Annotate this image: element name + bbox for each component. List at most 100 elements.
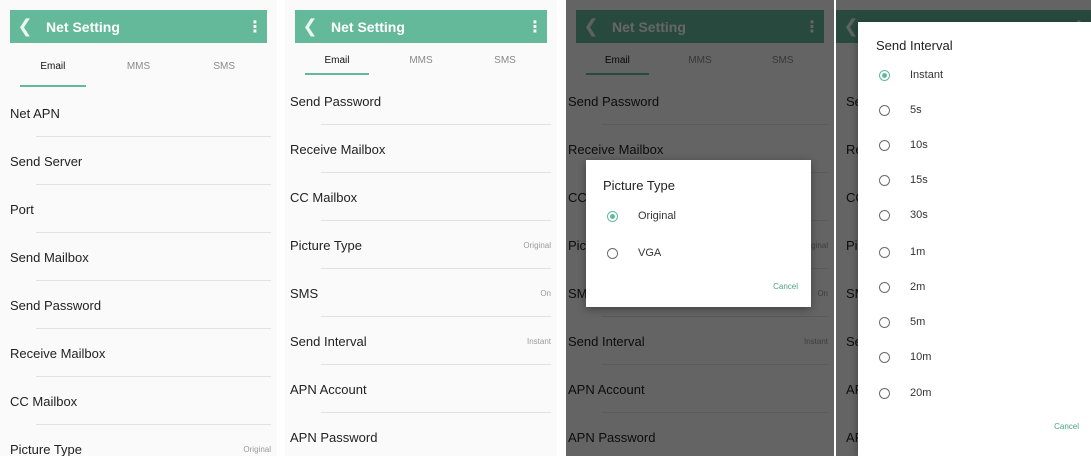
- setting-row-sms[interactable]: SMS On: [285, 269, 557, 317]
- setting-label: APN Password: [290, 429, 378, 445]
- setting-row-net-apn[interactable]: Net APN: [0, 89, 277, 137]
- setting-row-send-password[interactable]: Send Password: [566, 77, 834, 125]
- tab-mms[interactable]: MMS: [379, 43, 463, 77]
- setting-row-picture-type[interactable]: Picture Type Original: [0, 425, 277, 456]
- settings-list: Net APN Send Server Port Send Mailbox Se…: [0, 89, 277, 456]
- option-30s[interactable]: 30s: [879, 205, 928, 225]
- setting-label: Port: [10, 201, 34, 217]
- setting-label: SMS: [290, 285, 319, 301]
- cancel-button[interactable]: Cancel: [1054, 422, 1079, 431]
- back-icon[interactable]: ❮: [295, 16, 325, 37]
- settings-list: Send Password Receive Mailbox CC Mailbox…: [285, 77, 557, 456]
- option-instant[interactable]: Instant: [879, 65, 943, 85]
- setting-label: Send Server: [10, 153, 83, 169]
- setting-label: Send Interval: [290, 333, 367, 349]
- setting-row-apn-password[interactable]: APN Password: [285, 413, 557, 456]
- option-2m[interactable]: 2m: [879, 277, 925, 297]
- tab-email[interactable]: Email: [295, 43, 379, 77]
- tab-sms[interactable]: SMS: [741, 43, 824, 77]
- more-options-icon[interactable]: ⋮: [243, 17, 267, 37]
- option-20m[interactable]: 20m: [879, 383, 931, 403]
- more-options-icon[interactable]: ⋮: [800, 17, 824, 37]
- tab-sms[interactable]: SMS: [463, 43, 547, 77]
- tab-email[interactable]: Email: [576, 43, 659, 77]
- setting-row-picture-type[interactable]: Picture Type Original: [285, 221, 557, 269]
- setting-value: Instant: [803, 336, 828, 346]
- setting-row-send-interval[interactable]: Send Interval Instant: [566, 317, 834, 365]
- radio-unselected-icon[interactable]: [879, 104, 890, 116]
- cancel-button[interactable]: Cancel: [773, 282, 798, 291]
- setting-row-send-password[interactable]: Send Password: [285, 77, 557, 125]
- option-label: 10m: [910, 351, 932, 363]
- tab-mms[interactable]: MMS: [96, 43, 182, 89]
- option-15s[interactable]: 15s: [879, 170, 928, 190]
- radio-unselected-icon[interactable]: [879, 174, 890, 186]
- setting-label: Net APN: [10, 105, 60, 121]
- option-1m[interactable]: 1m: [879, 242, 925, 262]
- setting-row-apn-account[interactable]: APN Account: [566, 365, 834, 413]
- setting-label: APN Account: [290, 381, 367, 397]
- option-label: 10s: [910, 139, 928, 151]
- radio-selected-icon[interactable]: [607, 210, 618, 222]
- radio-selected-icon[interactable]: [879, 69, 890, 81]
- app-bar-title: Net Setting: [612, 18, 686, 35]
- tab-email[interactable]: Email: [10, 43, 96, 89]
- option-5m[interactable]: 5m: [879, 312, 925, 332]
- radio-unselected-icon[interactable]: [879, 139, 890, 151]
- radio-unselected-icon[interactable]: [879, 316, 890, 328]
- setting-row-send-interval[interactable]: Send Interval Instant: [285, 317, 557, 365]
- dialog-title: Picture Type: [603, 178, 676, 193]
- radio-unselected-icon[interactable]: [879, 387, 890, 399]
- app-bar-title: Net Setting: [331, 18, 405, 35]
- option-label: 2m: [910, 281, 926, 293]
- picture-type-dialog: Picture Type Original VGA Cancel: [586, 160, 811, 307]
- setting-label: Picture Type: [290, 237, 363, 253]
- option-10s[interactable]: 10s: [879, 135, 928, 155]
- setting-row-cc-mailbox[interactable]: CC Mailbox: [0, 377, 277, 425]
- setting-label: APN Account: [568, 381, 645, 397]
- screen-picture-type-dialog: ❮ Net Setting ⋮ Email MMS SMS Send Passw…: [566, 0, 834, 456]
- app-bar-title: Net Setting: [46, 18, 120, 35]
- more-options-icon[interactable]: ⋮: [523, 17, 547, 37]
- option-label: 5m: [910, 316, 926, 328]
- tab-bar: Email MMS SMS: [576, 43, 824, 77]
- setting-value: Instant: [526, 336, 551, 346]
- setting-row-port[interactable]: Port: [0, 185, 277, 233]
- option-5s[interactable]: 5s: [879, 100, 922, 120]
- tab-mms[interactable]: MMS: [659, 43, 742, 77]
- radio-unselected-icon[interactable]: [879, 209, 890, 221]
- setting-value: On: [817, 288, 828, 298]
- radio-unselected-icon[interactable]: [879, 351, 890, 363]
- option-label: 20m: [910, 387, 932, 399]
- setting-row-cc-mailbox[interactable]: CC Mailbox: [285, 173, 557, 221]
- setting-label: Send Password: [568, 93, 660, 109]
- setting-row-receive-mailbox[interactable]: Receive Mailbox: [285, 125, 557, 173]
- setting-row-receive-mailbox[interactable]: Receive Mailbox: [0, 329, 277, 377]
- radio-unselected-icon[interactable]: [607, 247, 618, 259]
- option-vga[interactable]: VGA: [607, 243, 661, 263]
- app-bar: ❮ Net Setting ⋮: [295, 10, 547, 43]
- back-icon[interactable]: ❮: [10, 16, 40, 37]
- option-label: Original: [638, 210, 676, 222]
- dialog-title: Send Interval: [876, 38, 953, 53]
- setting-value: Original: [243, 444, 271, 454]
- option-label: 30s: [910, 209, 928, 221]
- radio-unselected-icon[interactable]: [879, 246, 890, 258]
- option-label: Instant: [910, 69, 944, 81]
- back-icon[interactable]: ❮: [576, 16, 606, 37]
- option-10m[interactable]: 10m: [879, 347, 931, 367]
- setting-row-apn-account[interactable]: APN Account: [285, 365, 557, 413]
- setting-row-send-server[interactable]: Send Server: [0, 137, 277, 185]
- setting-row-send-mailbox[interactable]: Send Mailbox: [0, 233, 277, 281]
- tab-sms[interactable]: SMS: [181, 43, 267, 89]
- setting-row-apn-password[interactable]: APN Password: [566, 413, 834, 456]
- setting-value: On: [540, 288, 551, 298]
- screen-send-interval-dialog: ❮ Net Setting ⋮ Send Password Receive Ma…: [836, 0, 1091, 456]
- option-original[interactable]: Original: [607, 206, 676, 226]
- setting-row-send-password[interactable]: Send Password: [0, 281, 277, 329]
- setting-label: Send Mailbox: [10, 249, 89, 265]
- setting-label: CC Mailbox: [10, 393, 78, 409]
- option-label: 5s: [910, 104, 922, 116]
- setting-label: Receive Mailbox: [568, 141, 664, 157]
- radio-unselected-icon[interactable]: [879, 281, 890, 293]
